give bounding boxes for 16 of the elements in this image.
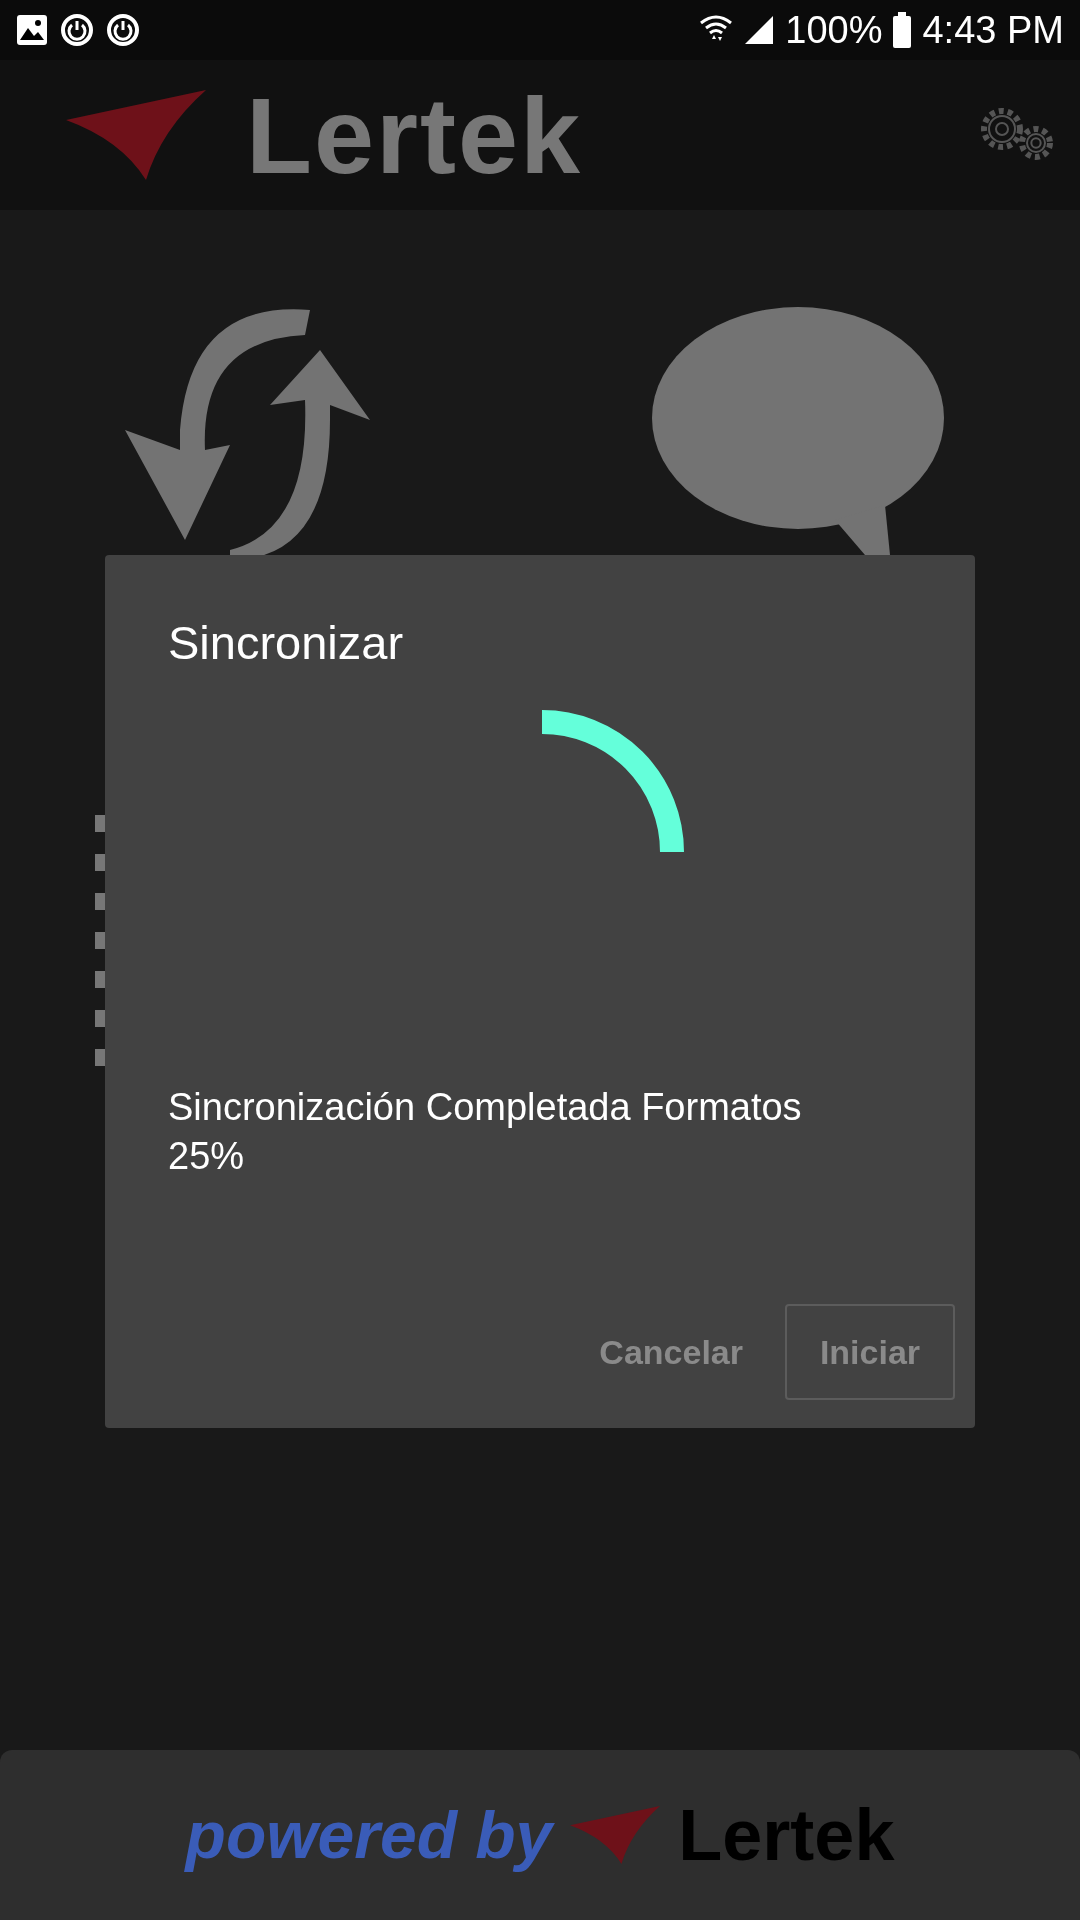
start-button[interactable]: Iniciar bbox=[785, 1304, 955, 1400]
cancel-button[interactable]: Cancelar bbox=[599, 1332, 743, 1372]
powered-by-text: powered by bbox=[185, 1797, 553, 1873]
logo-icon bbox=[66, 90, 206, 180]
power-timer-icon bbox=[60, 13, 94, 47]
signal-icon bbox=[743, 14, 776, 46]
image-icon bbox=[16, 14, 48, 46]
logo-icon bbox=[570, 1806, 661, 1864]
power-timer-icon bbox=[106, 13, 140, 47]
battery-percent: 100% bbox=[785, 8, 883, 52]
dialog-title: Sincronizar bbox=[168, 615, 405, 670]
clock: 4:43 PM bbox=[922, 8, 1064, 52]
logo-text: Lertek bbox=[246, 73, 583, 198]
dialog-message: Sincronización Completada Formatos 25% bbox=[168, 1085, 803, 1180]
battery-icon bbox=[892, 12, 913, 48]
chat-bubble-icon bbox=[650, 305, 946, 555]
